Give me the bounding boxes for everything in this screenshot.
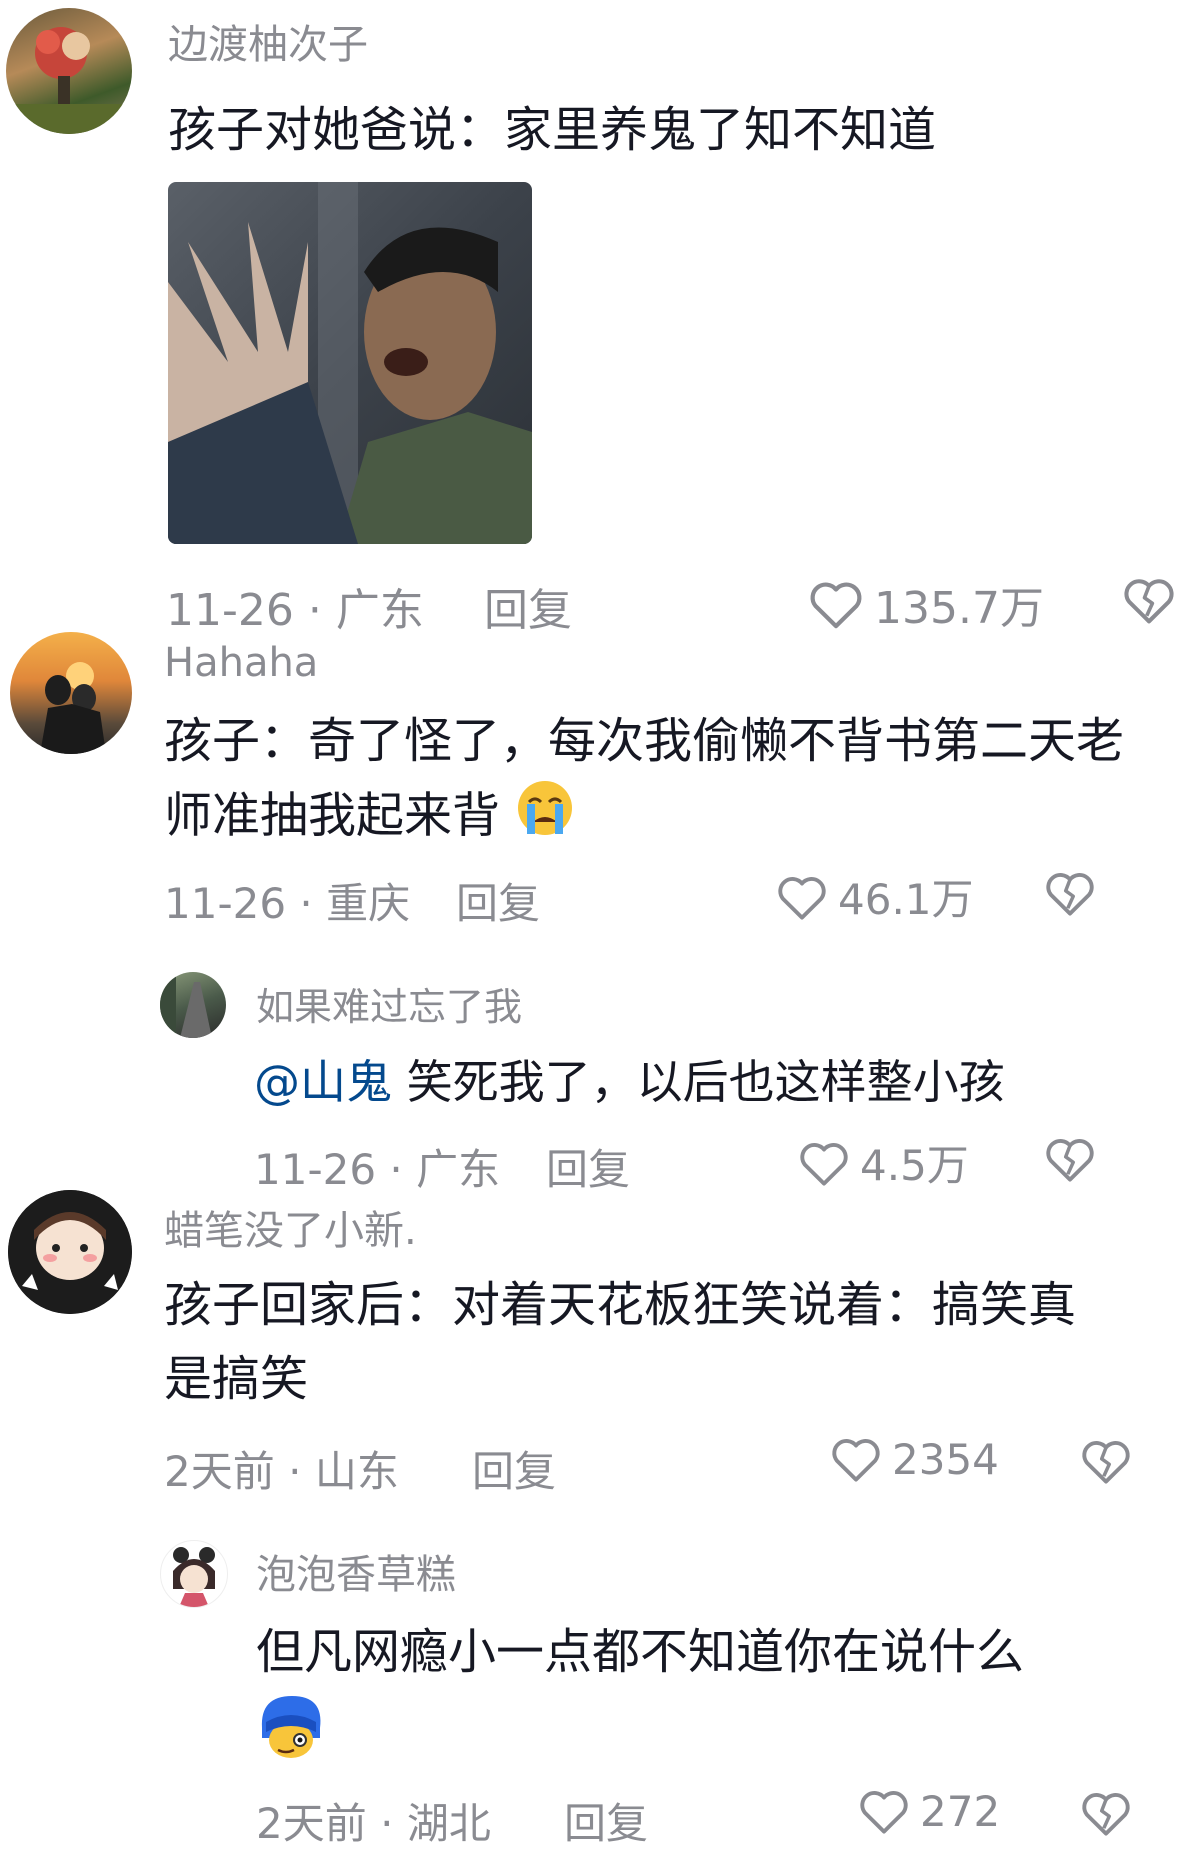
- comment-text: 但凡网瘾小一点都不知道你在说什么: [256, 1624, 1025, 1680]
- like-button[interactable]: 272: [858, 1786, 1000, 1836]
- like-count: 46.1万: [838, 875, 974, 924]
- comment-meta: 11-26 · 重庆: [164, 870, 410, 931]
- comment-text: @山鬼 笑死我了，以后也这样整小孩: [254, 1046, 1134, 1120]
- heart-outline-icon: [860, 1791, 908, 1834]
- avatar-flowers-image: [6, 27, 132, 134]
- meme-man-shouting-image: [168, 182, 532, 544]
- avatar-road-image: [160, 972, 212, 1038]
- comment-body: 笑死我了，以后也这样整小孩: [406, 1055, 1005, 1109]
- avatar[interactable]: [6, 8, 132, 134]
- like-button[interactable]: 4.5万: [798, 1132, 969, 1193]
- heart-outline-icon: [778, 876, 826, 920]
- comment-meta: 11-26 · 广东: [254, 1136, 500, 1197]
- comment-text: 孩子对她爸说：家里养鬼了知不知道: [168, 102, 937, 158]
- dislike-button[interactable]: [1080, 1436, 1132, 1490]
- meta-separator: ·: [288, 1447, 302, 1496]
- avatar[interactable]: [160, 972, 226, 1038]
- reply-button[interactable]: 回复: [472, 1438, 556, 1499]
- comment-body: 孩子：奇了怪了，每次我偷懒不背书第二天老师准抽我起来背: [164, 713, 1125, 844]
- avatar[interactable]: [10, 632, 132, 754]
- comment-location: 湖北: [406, 1799, 491, 1848]
- comment-date: 2天前: [256, 1799, 367, 1848]
- reply-button[interactable]: 回复: [546, 1136, 630, 1197]
- meta-separator: ·: [299, 879, 313, 928]
- like-count: 4.5万: [860, 1141, 969, 1190]
- dislike-button[interactable]: [1122, 574, 1176, 630]
- reply-button[interactable]: 回复: [484, 574, 572, 638]
- broken-heart-icon: [1046, 873, 1094, 916]
- dislike-button[interactable]: [1044, 1134, 1096, 1188]
- broken-heart-icon: [1124, 579, 1174, 624]
- heart-outline-icon: [800, 1142, 848, 1186]
- comment-location: 山东: [314, 1447, 399, 1496]
- comment-text: 孩子：奇了怪了，每次我偷懒不背书第二天老师准抽我起来背: [164, 704, 1124, 859]
- username[interactable]: 如果难过忘了我: [256, 976, 522, 1031]
- avatar[interactable]: [160, 1540, 228, 1608]
- comment-text: 孩子回家后：对着天花板狂笑说着：搞笑真是搞笑: [164, 1277, 1077, 1407]
- comment-meta: 11-26 · 广东: [166, 574, 424, 638]
- broken-heart-icon: [1046, 1139, 1094, 1182]
- comment-date: 2天前: [164, 1447, 275, 1496]
- comment-date: 11-26: [166, 585, 294, 636]
- comment-location: 广东: [335, 585, 424, 636]
- comment-location: 广东: [416, 1145, 501, 1194]
- like-count: 135.7万: [874, 583, 1044, 634]
- avatar[interactable]: [8, 1190, 132, 1314]
- like-count: 272: [920, 1786, 1001, 1836]
- dislike-button[interactable]: [1080, 1788, 1132, 1842]
- username[interactable]: 蜡笔没了小新.: [164, 1198, 417, 1256]
- meta-separator: ·: [389, 1145, 403, 1194]
- comment-meta: 2天前 · 湖北: [256, 1790, 491, 1851]
- crying-face-emoji: [515, 778, 575, 859]
- like-count: 2354: [892, 1434, 999, 1484]
- username[interactable]: Hahaha: [164, 640, 318, 686]
- username[interactable]: 泡泡香草糕: [256, 1542, 456, 1600]
- like-button[interactable]: 46.1万: [776, 866, 974, 927]
- blue-hair-sticker-emoji: [256, 1692, 326, 1766]
- broken-heart-icon: [1082, 1793, 1130, 1836]
- avatar-cartoon-girl-image: [173, 1547, 215, 1607]
- like-button[interactable]: 2354: [830, 1434, 999, 1484]
- comment-meta: 2天前 · 山东: [164, 1438, 399, 1499]
- username[interactable]: 边渡柚次子: [168, 12, 368, 70]
- heart-outline-icon: [810, 582, 862, 629]
- comment-date: 11-26: [164, 879, 287, 928]
- heart-outline-icon: [832, 1439, 880, 1482]
- reply-button[interactable]: 回复: [564, 1790, 648, 1851]
- comment-location: 重庆: [326, 879, 411, 928]
- reply-button[interactable]: 回复: [456, 870, 540, 931]
- avatar-couple-sunset-image: [40, 662, 106, 754]
- meta-separator: ·: [307, 585, 322, 636]
- broken-heart-icon: [1082, 1441, 1130, 1484]
- meta-separator: ·: [380, 1799, 394, 1848]
- dislike-button[interactable]: [1044, 868, 1096, 922]
- mention-link[interactable]: @山鬼: [254, 1055, 392, 1109]
- comment-sticker-image[interactable]: [168, 182, 532, 544]
- like-button[interactable]: 135.7万: [808, 572, 1044, 636]
- avatar-cartoon-girl-image: [8, 1190, 132, 1314]
- comment-date: 11-26: [254, 1145, 377, 1194]
